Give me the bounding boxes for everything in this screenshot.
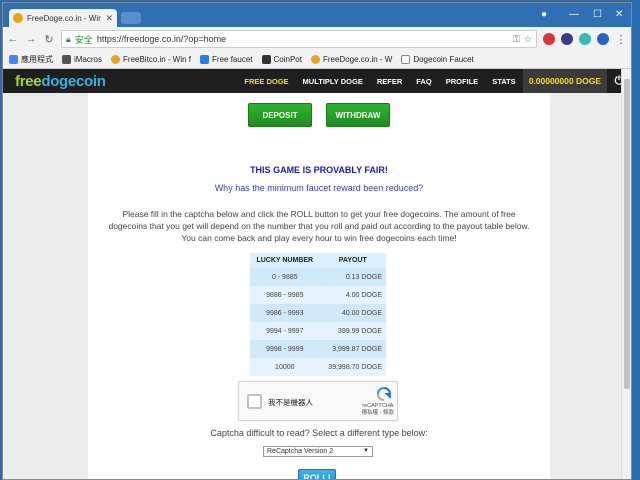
tab-title: FreeDoge.co.in - Win f [27,13,102,23]
site-navbar: freedogecoin FREE DOGE MULTIPLY DOGE REF… [3,69,631,93]
captcha-difficulty-text: Captcha difficult to read? Select a diff… [210,428,428,438]
page-scrollbar[interactable] [621,69,631,479]
tab-strip: FreeDoge.co.in - Win f ✕ ● — ☐ ✕ [3,3,631,27]
extension-icon[interactable] [543,33,555,45]
table-row: 9986 - 9993 40.00 DOGE [250,304,386,322]
wallet-buttons: DEPOSIT WITHDRAW [88,103,550,127]
freedoge-icon [310,55,320,64]
freebitcoin-icon [111,55,121,64]
extension-icon[interactable] [561,33,573,45]
new-tab-button[interactable] [121,12,141,24]
minimize-icon[interactable]: — [569,9,579,20]
captcha-terms-link[interactable]: 隱私權 - 條款 [362,410,394,417]
deposit-button[interactable]: DEPOSIT [248,103,312,127]
table-header: LUCKY NUMBER [250,253,320,268]
extension-icon[interactable] [597,33,609,45]
apps-icon [9,55,18,64]
menu-icon[interactable]: ⋮ [615,33,627,46]
address-toolbar: ← → ↻ 🔒︎ 安全 https://freedoge.co.in/?op=h… [3,27,631,51]
recaptcha-logo-icon [377,387,391,401]
table-row: 0 - 9885 0.13 DOGE [250,268,386,286]
table-header: PAYOUT [319,253,386,268]
captcha-type-select[interactable]: ReCaptcha Version 2 ▼ [263,446,373,457]
key-icon[interactable]: ⚿ [513,34,520,45]
bookmark-item[interactable]: FreeBitco.in - Win f [111,55,191,64]
extension-icon[interactable] [579,33,591,45]
menu-faq[interactable]: FAQ [409,69,438,93]
bookmark-item[interactable]: Free faucet [200,55,253,64]
bookmark-item[interactable]: 應用程式 [9,54,53,65]
close-tab-icon[interactable]: ✕ [105,13,113,24]
menu-stats[interactable]: STATS [485,69,522,93]
address-bar[interactable]: 🔒︎ 安全 https://freedoge.co.in/?op=home ⚿ … [61,30,537,48]
bookmark-item[interactable]: iMacros [62,55,102,64]
table-row: 9886 - 9985 4.00 DOGE [250,286,386,304]
roll-button[interactable]: ROLL! [298,469,336,479]
bookmark-item[interactable]: CoinPot [261,55,302,64]
balance-display: 0.00000000 DOGE [522,69,607,93]
menu-refer[interactable]: REFER [370,69,409,93]
browser-window: FreeDoge.co.in - Win f ✕ ● — ☐ ✕ ← → ↻ 🔒… [2,2,632,480]
imacros-icon [62,55,71,64]
recaptcha-branding: reCAPTCHA 隱私權 - 條款 [361,403,394,417]
menu-free-doge[interactable]: FREE DOGE [237,69,295,93]
star-icon[interactable]: ☆ [524,34,532,45]
main-content: DEPOSIT WITHDRAW THIS GAME IS PROVABLY F… [88,93,550,479]
instructions-text: Please fill in the captcha below and cli… [108,209,530,243]
site-page: freedogecoin FREE DOGE MULTIPLY DOGE REF… [3,69,631,479]
coinpot-icon [261,55,271,64]
reload-icon[interactable]: ↻ [43,33,55,46]
table-row: 9998 - 9999 3,999.87 DOGE [250,340,386,358]
menu-profile[interactable]: PROFILE [439,69,486,93]
maximize-icon[interactable]: ☐ [593,9,602,20]
faucet-icon [200,55,210,64]
doge-favicon-icon [13,13,23,23]
scrollbar-thumb[interactable] [624,79,630,389]
menu-multiply-doge[interactable]: MULTIPLY DOGE [296,69,370,93]
table-row: 9994 - 9997 399.99 DOGE [250,322,386,340]
bookmark-item[interactable]: Dogecoin Faucet [401,55,474,64]
close-window-icon[interactable]: ✕ [615,9,623,20]
page-icon [401,55,411,64]
url-text[interactable]: https://freedoge.co.in/?op=home [97,34,226,44]
captcha-checkbox[interactable] [247,394,262,409]
captcha-label: 我不是機器人 [268,398,313,407]
table-row: 10000 39,998.70 DOGE [250,358,386,376]
bookmarks-bar: 應用程式 iMacros FreeBitco.in - Win f Free f… [3,51,631,69]
forward-icon[interactable]: → [25,33,37,45]
payout-table: LUCKY NUMBER PAYOUT 0 - 9885 0.13 DOGE 98… [250,253,386,376]
faucet-reward-link[interactable]: Why has the minimum faucet reward been r… [88,183,550,193]
profile-icon[interactable]: ● [541,9,547,20]
provably-fair-heading: THIS GAME IS PROVABLY FAIR! [250,165,388,175]
security-label: 安全 [74,34,93,45]
browser-tab[interactable]: FreeDoge.co.in - Win f ✕ [9,9,117,27]
back-icon[interactable]: ← [7,33,19,45]
recaptcha-widget: 我不是機器人 reCAPTCHA 隱私權 - 條款 [238,381,398,421]
dropdown-arrow-icon: ▼ [363,448,369,454]
lock-icon: 🔒︎ [66,33,71,44]
site-menu: FREE DOGE MULTIPLY DOGE REFER FAQ PROFIL… [237,69,631,93]
bookmark-item[interactable]: FreeDoge.co.in - W [310,55,392,64]
withdraw-button[interactable]: WITHDRAW [326,103,390,127]
site-logo[interactable]: freedogecoin [15,73,106,90]
